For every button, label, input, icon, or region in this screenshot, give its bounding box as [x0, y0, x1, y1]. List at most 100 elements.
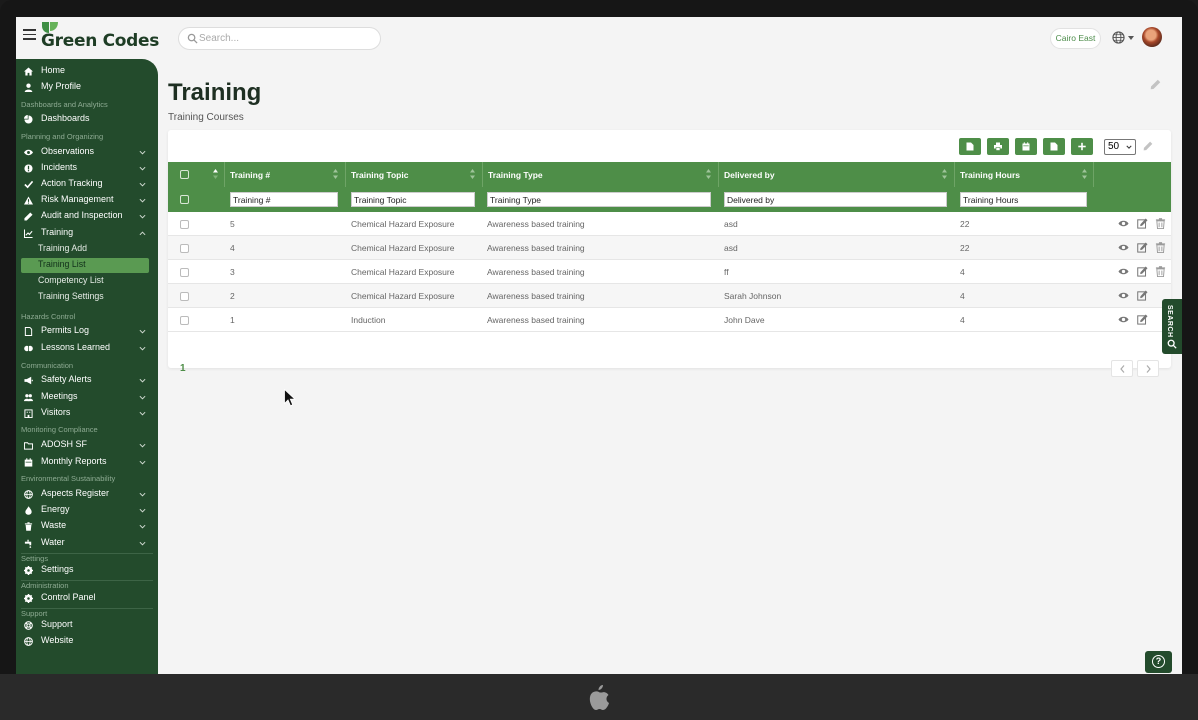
edit-icon[interactable] [1137, 314, 1148, 325]
language-caret-icon[interactable] [1128, 36, 1134, 40]
export-csv-button[interactable] [959, 138, 981, 155]
sidebar-item-adosh-sf[interactable]: ADOSH SF [21, 438, 153, 453]
export-pdf-button[interactable] [1043, 138, 1065, 155]
view-icon[interactable] [1118, 266, 1129, 277]
sidebar-item-settings[interactable]: Settings [21, 563, 153, 578]
sort-icon[interactable] [333, 169, 338, 179]
filter-input-topic[interactable] [351, 192, 475, 207]
search-input[interactable] [199, 30, 369, 47]
edit-icon[interactable] [1137, 242, 1148, 253]
pagination-next-button[interactable] [1137, 360, 1159, 377]
sidebar-item-home[interactable]: Home [21, 64, 153, 79]
column-header-hours[interactable]: Training Hours [960, 170, 1020, 180]
sidebar-item-monthly-reports[interactable]: Monthly Reports [21, 455, 153, 470]
sidebar-item-label: My Profile [41, 81, 82, 91]
sidebar-item-label: Aspects Register [41, 488, 110, 498]
row-checkbox[interactable] [180, 316, 189, 325]
column-header-training-no[interactable]: Training # [230, 170, 270, 180]
view-icon[interactable] [1118, 218, 1129, 229]
table-row[interactable]: 5 Chemical Hazard Exposure Awareness bas… [168, 212, 1171, 236]
search-panel-tab[interactable]: SEARCH [1162, 299, 1182, 354]
pencil-icon[interactable] [1150, 79, 1161, 90]
sidebar-item-risk-management[interactable]: Risk Management [21, 193, 153, 208]
printer-icon [994, 142, 1002, 151]
sidebar-item-incidents[interactable]: Incidents [21, 161, 153, 176]
pagination-page-1[interactable]: 1 [180, 363, 186, 374]
filter-input-hours[interactable] [960, 192, 1087, 207]
sidebar-subitem-training-list[interactable]: Training List [21, 258, 149, 273]
trash-icon[interactable] [1155, 242, 1166, 253]
sidebar-item-action-tracking[interactable]: Action Tracking [21, 177, 153, 192]
select-all-checkbox[interactable] [180, 170, 189, 179]
pencil-icon[interactable] [1143, 141, 1153, 151]
sidebar-item-safety-alerts[interactable]: Safety Alerts [21, 373, 153, 388]
sort-icon[interactable] [213, 169, 218, 179]
view-icon[interactable] [1118, 242, 1129, 253]
filter-row-checkbox[interactable] [180, 195, 189, 204]
column-header-topic[interactable]: Training Topic [351, 170, 408, 180]
edit-icon[interactable] [1137, 218, 1148, 229]
sidebar-item-visitors[interactable]: Visitors [21, 406, 153, 421]
sidebar-item-training[interactable]: Training [21, 226, 153, 241]
sidebar-item-energy[interactable]: Energy [21, 503, 153, 518]
sidebar-subitem-training-add[interactable]: Training Add [21, 242, 149, 257]
sidebar-item-meetings[interactable]: Meetings [21, 390, 153, 405]
column-header-type[interactable]: Training Type [488, 170, 543, 180]
check-icon [24, 180, 33, 189]
sort-icon[interactable] [706, 169, 711, 179]
view-icon[interactable] [1118, 290, 1129, 301]
page-size-select[interactable]: 50 [1104, 139, 1136, 155]
calendar-button[interactable] [1015, 138, 1037, 155]
menu-toggle-icon[interactable] [23, 29, 36, 40]
cell-training-no: 4 [230, 243, 235, 253]
sidebar-item-aspects-register[interactable]: Aspects Register [21, 487, 153, 502]
sort-icon[interactable] [470, 169, 475, 179]
view-icon[interactable] [1118, 314, 1129, 325]
chevron-down-icon [139, 346, 146, 351]
site-selector[interactable]: Cairo East [1050, 28, 1101, 49]
row-checkbox[interactable] [180, 268, 189, 277]
sidebar-subitem-training-settings[interactable]: Training Settings [21, 290, 149, 305]
trash-icon[interactable] [1155, 266, 1166, 277]
sidebar-item-support[interactable]: Support [21, 618, 153, 633]
edit-icon[interactable] [1137, 266, 1148, 277]
sidebar-item-waste[interactable]: Waste [21, 519, 153, 534]
user-avatar[interactable] [1142, 27, 1162, 47]
table-row[interactable]: 1 Induction Awareness based training Joh… [168, 308, 1171, 332]
pagination-prev-button[interactable] [1111, 360, 1133, 377]
row-checkbox[interactable] [180, 244, 189, 253]
sidebar-item-permits-log[interactable]: Permits Log [21, 324, 153, 339]
filter-input-delivered-by[interactable] [724, 192, 947, 207]
chevron-down-icon [139, 508, 146, 513]
globe-icon [24, 490, 33, 499]
row-checkbox[interactable] [180, 292, 189, 301]
sidebar-item-control-panel[interactable]: Control Panel [21, 591, 153, 606]
sort-icon[interactable] [942, 169, 947, 179]
sidebar-item-audit-inspection[interactable]: Audit and Inspection [21, 209, 153, 224]
globe-icon[interactable] [1112, 31, 1125, 44]
sidebar-item-lessons-learned[interactable]: Lessons Learned [21, 341, 153, 356]
sort-icon[interactable] [1082, 169, 1087, 179]
sidebar-section-label: Settings [21, 554, 49, 563]
filter-input-type[interactable] [487, 192, 711, 207]
trash-icon[interactable] [1155, 218, 1166, 229]
sidebar-item-my-profile[interactable]: My Profile [21, 80, 153, 95]
help-button[interactable]: ? [1145, 651, 1172, 673]
sidebar-item-dashboards[interactable]: Dashboards [21, 112, 153, 127]
sidebar-item-website[interactable]: Website [21, 634, 153, 649]
sidebar-subitem-competency-list[interactable]: Competency List [21, 274, 149, 289]
table-row[interactable]: 2 Chemical Hazard Exposure Awareness bas… [168, 284, 1171, 308]
sidebar-item-observations[interactable]: Observations [21, 145, 153, 160]
row-checkbox[interactable] [180, 220, 189, 229]
global-search[interactable] [178, 27, 381, 50]
folder-icon [24, 442, 33, 450]
table-row[interactable]: 4 Chemical Hazard Exposure Awareness bas… [168, 236, 1171, 260]
flame-icon [25, 506, 32, 515]
add-training-button[interactable] [1071, 138, 1093, 155]
sidebar-item-water[interactable]: Water [21, 536, 153, 551]
print-button[interactable] [987, 138, 1009, 155]
edit-icon[interactable] [1137, 290, 1148, 301]
filter-input-training-no[interactable] [230, 192, 338, 207]
table-row[interactable]: 3 Chemical Hazard Exposure Awareness bas… [168, 260, 1171, 284]
column-header-delivered-by[interactable]: Delivered by [724, 170, 775, 180]
